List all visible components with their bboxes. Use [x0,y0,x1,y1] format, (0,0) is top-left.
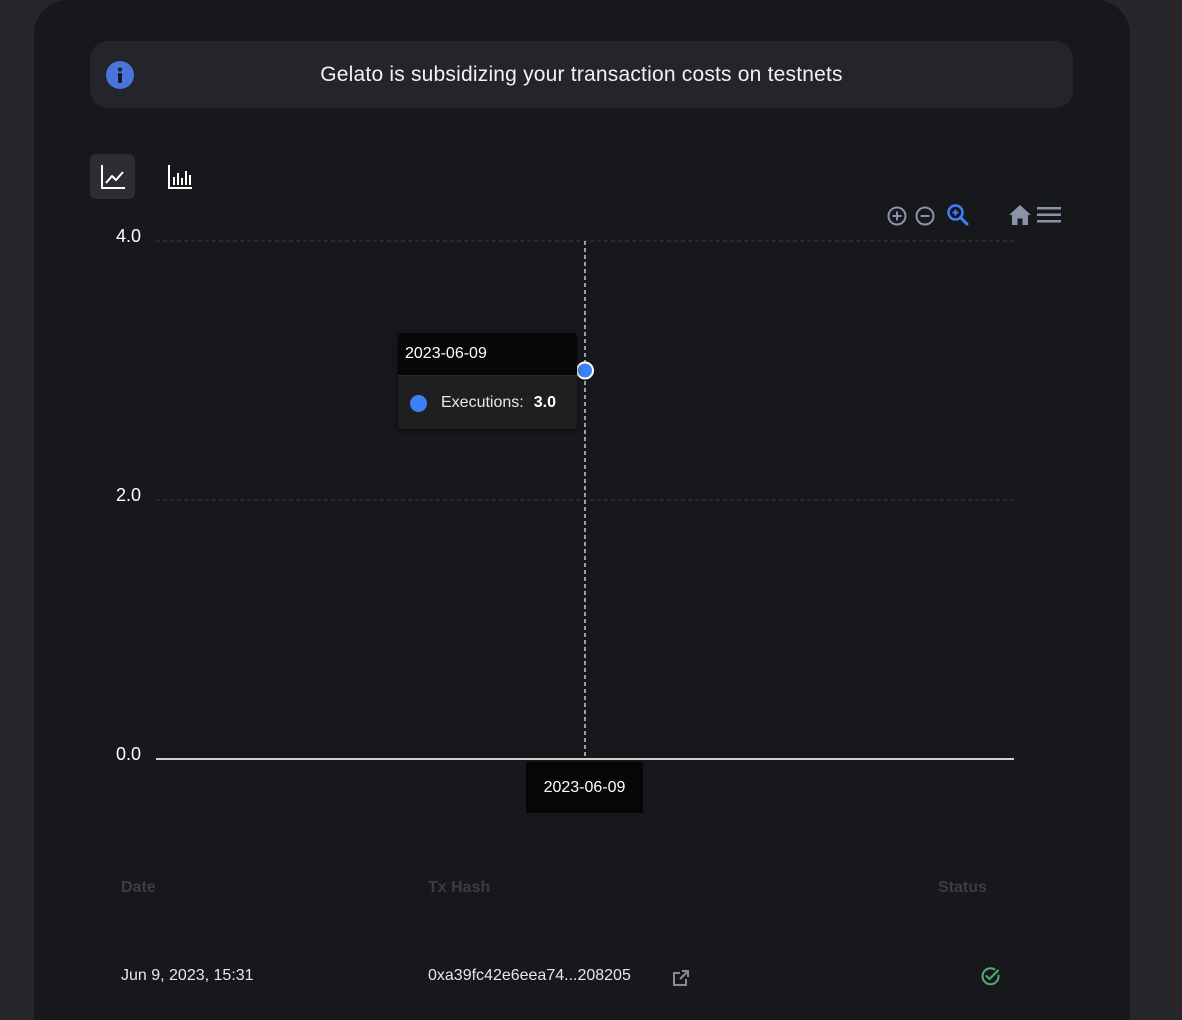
row-date: Jun 9, 2023, 15:31 [121,967,254,984]
selection-zoom-icon[interactable] [946,203,970,227]
main-panel [34,0,1130,1020]
panel-corner [34,0,68,34]
y-tick-label: 4.0 [116,226,141,246]
series-marker-icon [410,394,427,412]
y-tick-label: 2.0 [116,485,141,505]
zoom-in-icon[interactable] [886,205,908,227]
bar-chart-toggle[interactable] [157,154,202,199]
menu-icon[interactable] [1037,205,1061,225]
zoom-out-icon[interactable] [914,205,936,227]
bar-chart-icon [167,164,192,189]
status-success-icon [980,966,1001,992]
panel-corner [1096,0,1130,34]
info-icon [106,61,134,89]
external-link-icon[interactable] [671,968,691,993]
chart-tooltip: 2023-06-09 Executions: 3.0 [398,333,577,429]
column-header-date[interactable]: Date [121,879,156,897]
testnet-info-banner: Gelato is subsidizing your transaction c… [90,41,1073,108]
tooltip-series-value: 3.0 [533,394,556,411]
tooltip-series-label: Executions: [441,394,524,411]
line-chart-toggle[interactable] [90,154,135,199]
y-tick-label: 0.0 [116,744,141,764]
reset-home-icon[interactable] [1008,203,1032,227]
column-header-status[interactable]: Status [938,879,987,897]
row-tx-hash-link[interactable]: 0xa39fc42e6eea74...208205 [428,967,631,985]
line-chart-icon [100,164,125,189]
data-point[interactable] [576,361,594,380]
banner-text: Gelato is subsidizing your transaction c… [320,62,843,86]
tooltip-date: 2023-06-09 [398,333,577,376]
column-header-tx-hash[interactable]: Tx Hash [428,879,490,897]
x-crosshair-label: 2023-06-09 [526,762,643,813]
